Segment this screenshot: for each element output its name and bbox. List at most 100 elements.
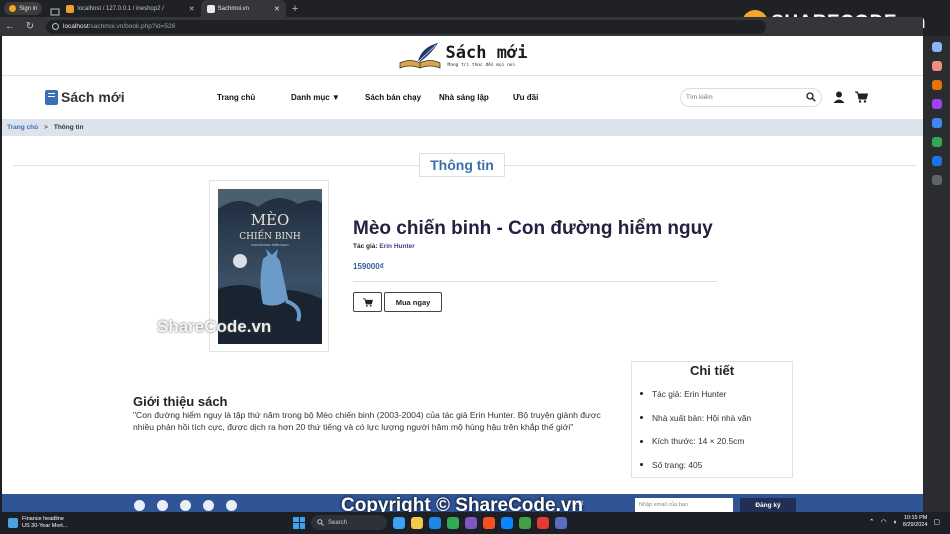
back-icon[interactable]: ← — [0, 21, 20, 32]
cover-subtitle: CON ĐƯỜNG HIỂM NGUY — [251, 242, 289, 247]
site-banner: Sách mới Mang tri thức đến mọi nơi — [2, 36, 923, 76]
book-author: Tác giả: Erin Hunter — [353, 243, 415, 250]
tools-icon[interactable] — [931, 99, 942, 109]
details-box: Chi tiết Tác giả: Erin Hunter Nhà xuất b… — [631, 361, 793, 478]
chevron-up-icon[interactable]: ⌃ — [869, 518, 875, 526]
teams-icon[interactable] — [465, 516, 477, 529]
menu-item-founders[interactable]: Nhà sáng lập — [439, 93, 513, 102]
system-tray: ⌃ ◠ ◖ 10:15 PM 8/29/2024 ▢ — [869, 515, 940, 529]
news-icon — [8, 518, 18, 528]
cart-icon[interactable] — [855, 90, 869, 108]
cover-title-line1: MÈO — [251, 211, 290, 229]
widget-subtitle: US 30-Year Mort... — [22, 523, 68, 529]
reload-icon[interactable]: ↻ — [20, 21, 40, 32]
newsletter-email-input[interactable]: Nhập email của bạn — [635, 498, 733, 512]
banner-subtitle: Mang tri thức đến mọi nơi — [447, 63, 516, 68]
windows-taskbar: Finance headline US 30-Year Mort... Sear… — [0, 512, 950, 534]
clock[interactable]: 10:15 PM 8/29/2024 — [903, 515, 927, 529]
url-field[interactable]: localhost/sachmoi.vn/book.php?id=526 — [46, 19, 766, 34]
section-title: Thông tin — [419, 153, 505, 177]
web-page: Sách mới Mang tri thức đến mọi nơi Sách … — [2, 36, 923, 512]
tab-sachmoi[interactable]: Sachmoi.vn ✕ — [200, 0, 286, 17]
main-navbar: Sách mới Trang chủ Danh mục ▼ Sách bán c… — [2, 77, 923, 119]
sign-in-button[interactable]: Sign in — [4, 2, 43, 15]
detail-size: Kích thước: 14 × 20.5cm — [632, 429, 792, 453]
breadcrumb-home-link[interactable]: Trang chủ — [7, 124, 38, 131]
site-info-icon[interactable] — [52, 23, 59, 30]
user-icon[interactable] — [833, 90, 845, 108]
close-tab-icon[interactable]: ✕ — [274, 5, 280, 13]
profile-icon — [9, 5, 16, 12]
wifi-icon[interactable]: ◠ — [881, 518, 887, 526]
notification-icon[interactable]: ▢ — [933, 518, 940, 526]
details-title: Chi tiết — [689, 363, 735, 378]
search-box — [680, 88, 822, 107]
social-links — [134, 500, 237, 511]
buy-now-button[interactable]: Mua ngay — [384, 292, 442, 312]
subscribe-button[interactable]: Đăng ký — [740, 498, 796, 512]
intro-text: "Con đường hiểm nguy là tập thứ năm tron… — [133, 410, 601, 432]
extension-icon[interactable] — [931, 61, 942, 71]
page-favicon-icon — [206, 4, 215, 13]
add-icon[interactable] — [931, 175, 942, 185]
twitter-icon[interactable] — [157, 500, 168, 511]
intro-title: Giới thiệu sách — [133, 394, 228, 409]
file-explorer-icon[interactable] — [411, 516, 423, 529]
app-icon[interactable] — [483, 516, 495, 529]
url-host: localhost — [63, 23, 89, 30]
instagram-icon[interactable] — [180, 500, 191, 511]
send-icon[interactable] — [931, 156, 942, 166]
address-bar: ← ↻ localhost/sachmoi.vn/book.php?id=526 — [0, 17, 923, 36]
breadcrumb: Trang chủ > Thông tin — [2, 119, 923, 136]
breadcrumb-current: Thông tin — [53, 124, 84, 131]
add-to-cart-button[interactable] — [353, 292, 382, 312]
phpmyadmin-favicon-icon — [66, 4, 75, 13]
clock-time: 10:15 PM — [903, 515, 928, 521]
browser-side-panel — [923, 36, 950, 512]
search-icon[interactable] — [806, 89, 816, 107]
linkedin-icon[interactable] — [203, 500, 214, 511]
close-tab-icon[interactable]: ✕ — [189, 5, 195, 13]
menu-item-categories[interactable]: Danh mục ▼ — [291, 93, 365, 102]
price-divider — [353, 281, 717, 282]
edge-icon[interactable] — [501, 516, 513, 529]
cart-icon — [362, 297, 373, 307]
tab-label: localhost / 127.0.0.1 / ineshop2 / — [77, 5, 164, 12]
copilot-icon[interactable] — [931, 118, 942, 128]
main-menu: Trang chủ Danh mục ▼ Sách bán chạy Nhà s… — [217, 93, 573, 102]
brand-link[interactable]: Sách mới — [45, 89, 125, 105]
windows-start-icon[interactable] — [293, 516, 305, 529]
task-view-icon[interactable] — [393, 516, 405, 529]
menu-item-bestsellers[interactable]: Sách bán chạy — [365, 93, 439, 102]
search-icon[interactable] — [931, 42, 942, 52]
book-title: Mèo chiến binh - Con đường hiểm nguy — [353, 218, 713, 239]
vscode-icon[interactable] — [429, 516, 441, 529]
app-icon[interactable] — [537, 516, 549, 529]
menu-item-home[interactable]: Trang chủ — [217, 93, 291, 102]
taskbar-search[interactable]: Search — [311, 515, 387, 530]
brand-name: Sách mới — [61, 89, 125, 105]
outlook-icon[interactable] — [931, 137, 942, 147]
tab-groups-icon[interactable] — [50, 4, 60, 15]
sharecode-watermark: ShareCode.vn — [157, 317, 272, 336]
sign-in-label: Sign in — [19, 5, 38, 12]
menu-item-deals[interactable]: Ưu đãi — [513, 93, 573, 102]
new-tab-icon[interactable]: + — [292, 3, 298, 15]
app-icon[interactable] — [555, 516, 567, 529]
widgets-button[interactable]: Finance headline US 30-Year Mort... — [8, 516, 67, 530]
search-input[interactable] — [686, 94, 796, 101]
volume-icon[interactable]: ◖ — [893, 519, 897, 526]
browser-icon[interactable] — [519, 516, 531, 529]
url-path: /sachmoi.vn/book.php?id=526 — [88, 23, 176, 30]
breadcrumb-separator: > — [44, 124, 48, 131]
pinterest-icon[interactable] — [226, 500, 237, 511]
taskbar-search-label: Search — [328, 519, 348, 526]
shopping-icon[interactable] — [931, 80, 942, 90]
facebook-icon[interactable] — [134, 500, 145, 511]
chrome-icon[interactable] — [447, 516, 459, 529]
tab-label: Sachmoi.vn — [217, 5, 249, 12]
book-icon — [45, 89, 58, 105]
detail-pages: Số trang: 405 — [632, 453, 792, 477]
tab-phpmyadmin[interactable]: localhost / 127.0.0.1 / ineshop2 / ✕ — [60, 0, 200, 17]
author-value[interactable]: Erin Hunter — [379, 243, 414, 250]
